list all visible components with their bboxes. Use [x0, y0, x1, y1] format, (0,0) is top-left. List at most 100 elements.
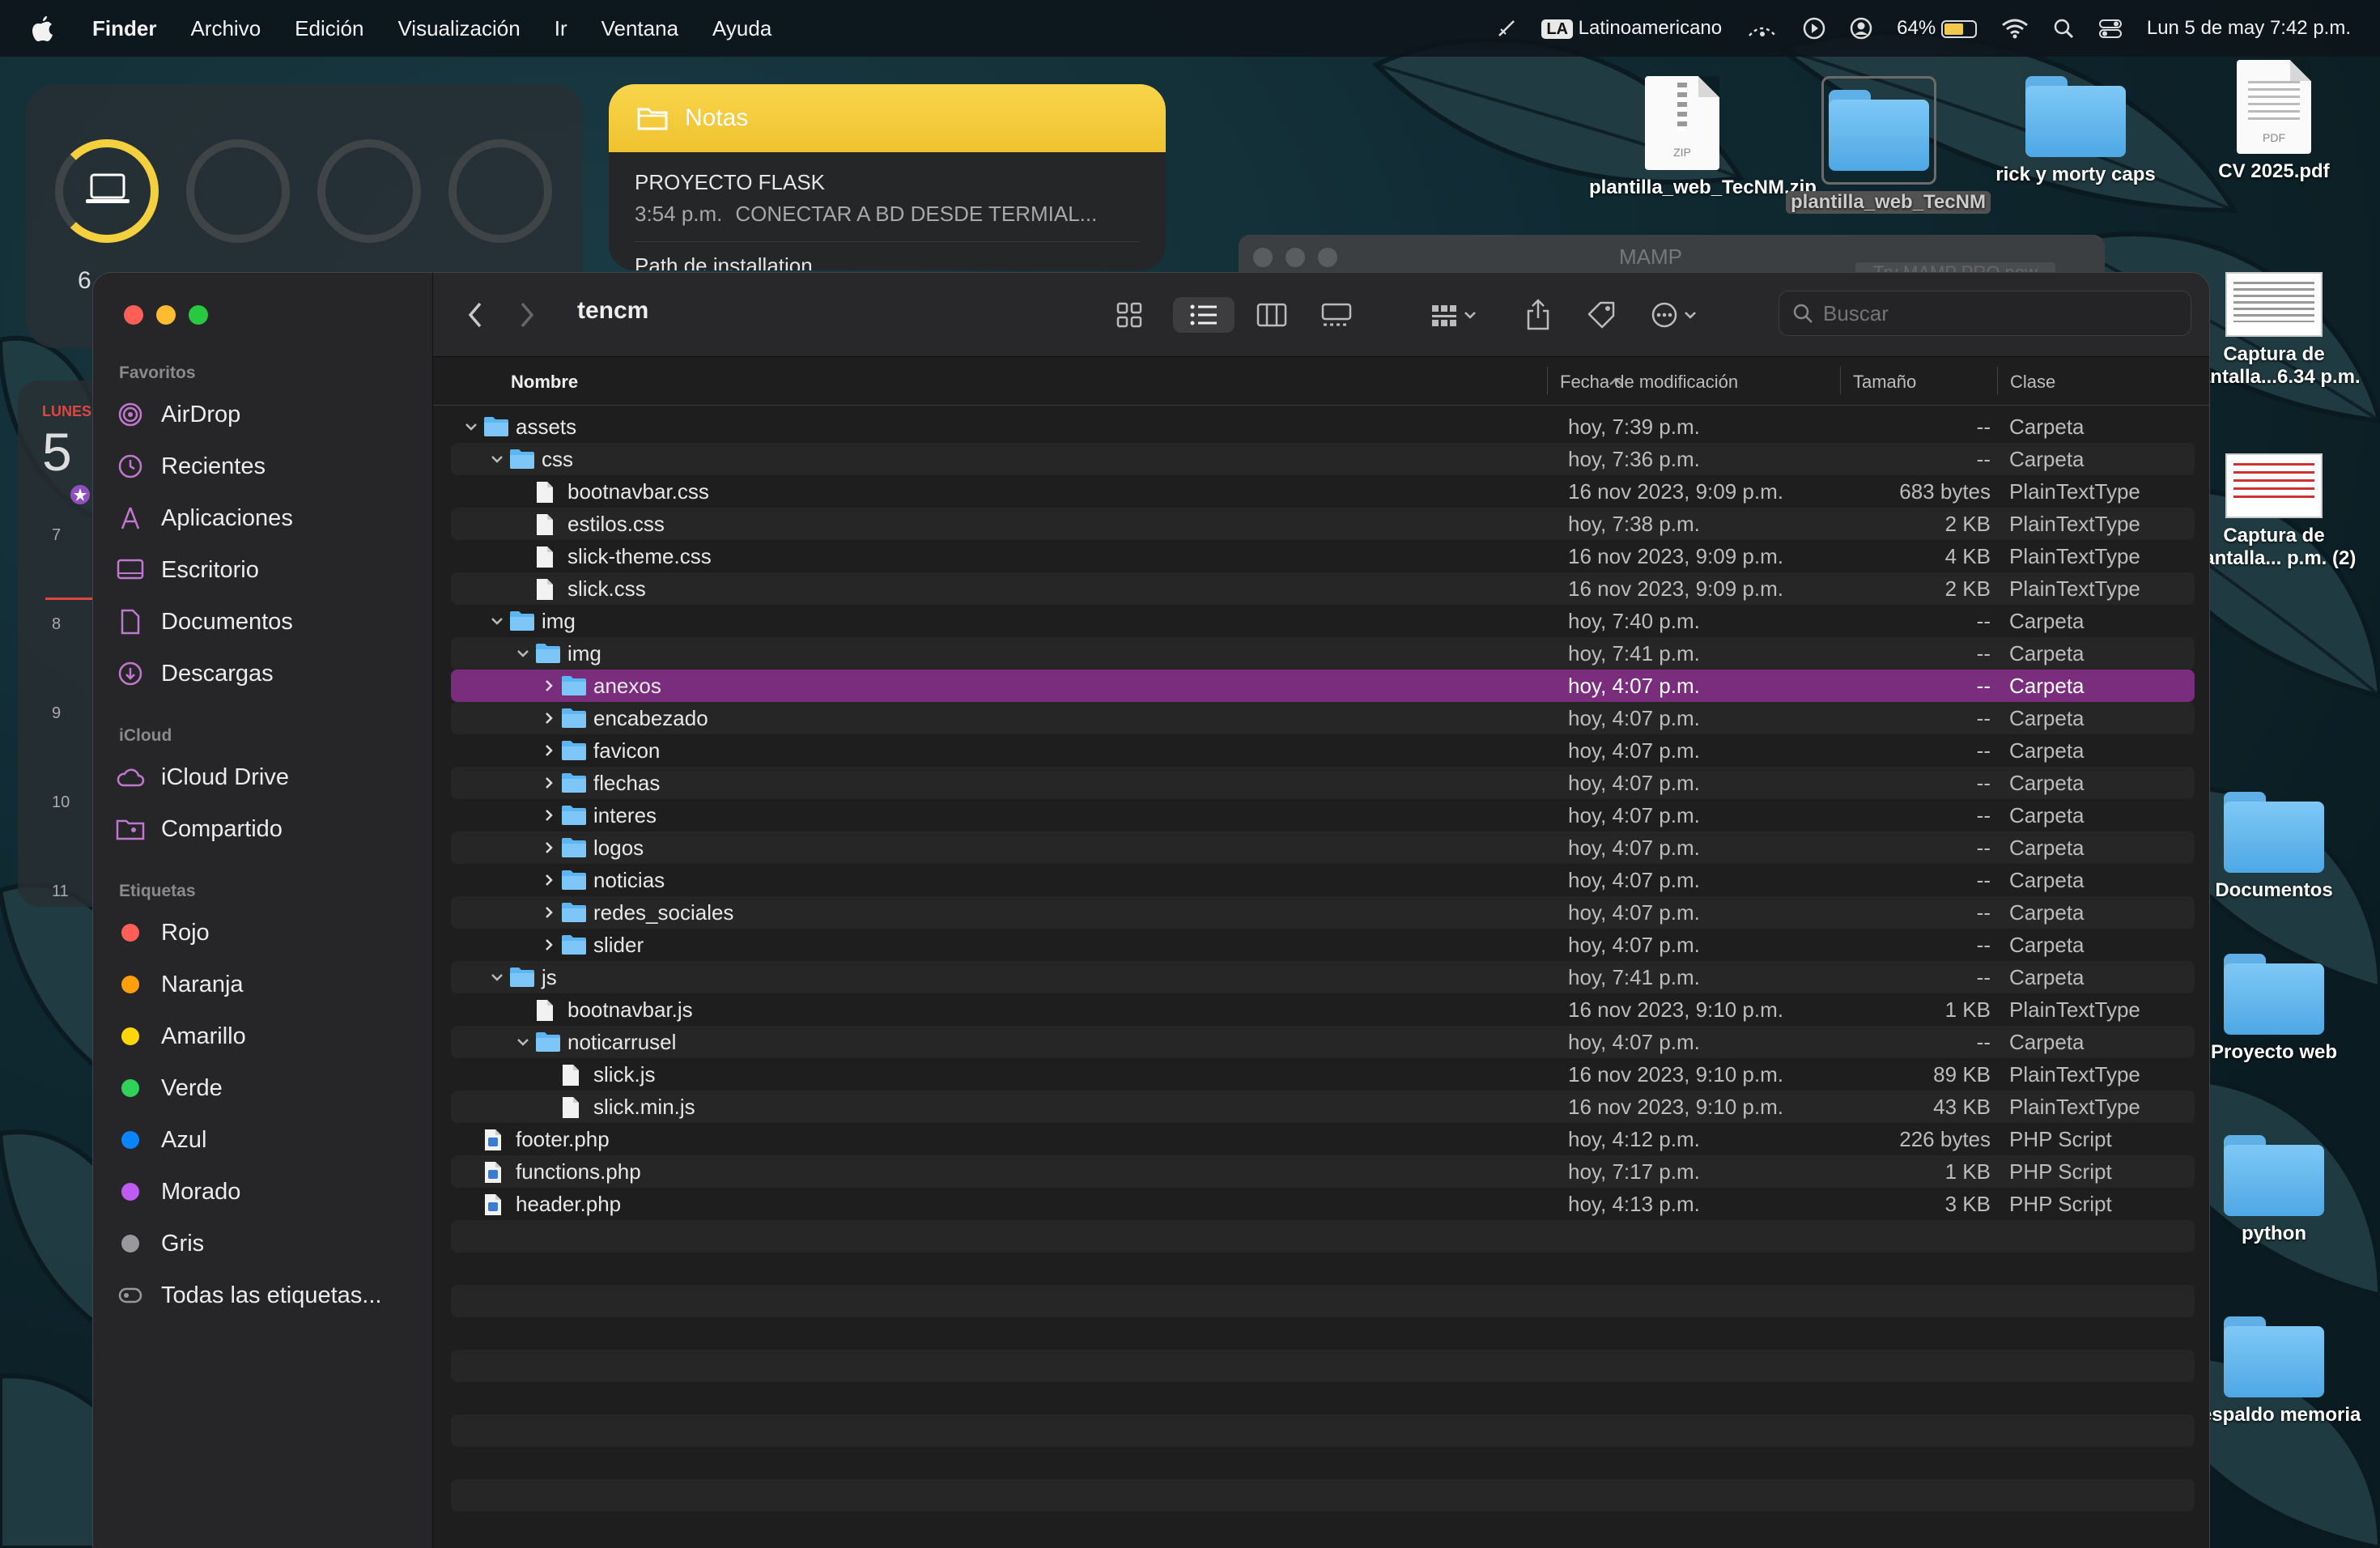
file-row[interactable]: img hoy, 7:40 p.m. -- Carpeta	[451, 605, 2195, 637]
column-clase[interactable]: Clase	[2010, 372, 2055, 393]
file-row[interactable]: functions.php hoy, 7:17 p.m. 1 KB PHP Scrip…	[451, 1155, 2195, 1188]
disclosure-closed-chevron-icon[interactable]	[542, 873, 556, 887]
sidebar-item-compartido[interactable]: Compartido	[116, 809, 423, 849]
user-circle-icon[interactable]	[1850, 17, 1872, 40]
search-input[interactable]	[1823, 300, 2163, 326]
group-button[interactable]	[1422, 297, 1489, 333]
disclosure-closed-chevron-icon[interactable]	[542, 743, 556, 758]
mamp-zoom-button[interactable]	[1318, 248, 1337, 267]
file-row[interactable]: noticarrusel hoy, 4:07 p.m. -- Carpeta	[451, 1026, 2195, 1058]
sidebar-item-escritorio[interactable]: Escritorio	[116, 550, 423, 590]
disclosure-closed-chevron-icon[interactable]	[542, 840, 556, 855]
sidebar-tag-gris[interactable]: Gris	[116, 1223, 423, 1264]
sidebar-item-icloud-drive[interactable]: iCloud Drive	[116, 757, 423, 797]
sidebar-tag-verde[interactable]: Verde	[116, 1068, 423, 1108]
sidebar-tag-rojo[interactable]: Rojo	[116, 912, 423, 953]
menubar-clock[interactable]: Lun 5 de may 7:42 p.m.	[2147, 17, 2351, 40]
close-button[interactable]	[124, 305, 143, 325]
menu-ventana[interactable]: Ventana	[601, 16, 678, 41]
back-button[interactable]	[457, 297, 493, 333]
wifi-icon[interactable]	[2001, 18, 2029, 39]
file-row[interactable]: slider hoy, 4:07 p.m. -- Carpeta	[451, 929, 2195, 961]
file-row[interactable]: assets hoy, 7:39 p.m. -- Carpeta	[451, 410, 2195, 443]
desktop-icon-zip[interactable]: ZIP plantilla_web_TecNM.zip	[1589, 76, 1817, 199]
file-row[interactable]: noticias hoy, 4:07 p.m. -- Carpeta	[451, 864, 2195, 896]
search-field[interactable]	[1779, 291, 2191, 336]
bluetooth-dots-icon[interactable]	[1746, 18, 1779, 39]
apple-menu-icon[interactable]	[31, 15, 55, 42]
file-row[interactable]: bootnavbar.css 16 nov 2023, 9:09 p.m. 683 …	[451, 475, 2195, 508]
sidebar-item-airdrop[interactable]: AirDrop	[116, 394, 423, 435]
pen-slash-icon[interactable]	[1496, 18, 1517, 39]
file-row[interactable]: img hoy, 7:41 p.m. -- Carpeta	[451, 637, 2195, 670]
disclosure-open-chevron-icon[interactable]	[464, 419, 478, 434]
spotlight-search-icon[interactable]	[2053, 18, 2074, 39]
share-button[interactable]	[1518, 297, 1558, 333]
file-row[interactable]: favicon hoy, 4:07 p.m. -- Carpeta	[451, 734, 2195, 767]
sidebar-item-documentos[interactable]: Documentos	[116, 602, 423, 642]
gallery-view-button[interactable]	[1312, 297, 1361, 333]
notes-widget[interactable]: Notas PROYECTO FLASK 3:54 p.m. CONECTAR A…	[609, 84, 1166, 270]
disclosure-open-chevron-icon[interactable]	[516, 646, 530, 661]
file-row[interactable]: slick.min.js 16 nov 2023, 9:10 p.m. 43 KB P…	[451, 1091, 2195, 1123]
file-row[interactable]: flechas hoy, 4:07 p.m. -- Carpeta	[451, 767, 2195, 799]
sidebar-item-all-tags[interactable]: Todas las etiquetas...	[116, 1275, 423, 1316]
disclosure-closed-chevron-icon[interactable]	[542, 776, 556, 790]
control-center-icon[interactable]	[2098, 18, 2123, 39]
disclosure-closed-chevron-icon[interactable]	[542, 905, 556, 920]
column-fecha[interactable]: Fecha de modificación	[1560, 372, 1738, 393]
menu-finder[interactable]: Finder	[92, 16, 156, 41]
sidebar-item-descargas[interactable]: Descargas	[116, 653, 423, 694]
input-source[interactable]: LA Latinoamericano	[1541, 17, 1722, 40]
menu-ir[interactable]: Ir	[555, 16, 567, 41]
file-row[interactable]: estilos.css hoy, 7:38 p.m. 2 KB PlainTextTy…	[451, 508, 2195, 540]
sidebar-tag-amarillo[interactable]: Amarillo	[116, 1016, 423, 1057]
note-item[interactable]: PROYECTO FLASK 3:54 p.m. CONECTAR A BD DE…	[609, 152, 1166, 227]
mamp-minimize-button[interactable]	[1286, 248, 1305, 267]
file-row[interactable]: redes_sociales hoy, 4:07 p.m. -- Carpeta	[451, 896, 2195, 929]
disclosure-open-chevron-icon[interactable]	[490, 614, 504, 628]
desktop-icon-cv-pdf[interactable]: PDF CV 2025.pdf	[2181, 60, 2367, 183]
mamp-close-button[interactable]	[1253, 248, 1273, 267]
disclosure-closed-chevron-icon[interactable]	[542, 711, 556, 725]
menu-archivo[interactable]: Archivo	[190, 16, 261, 41]
file-row[interactable]: footer.php hoy, 4:12 p.m. 226 bytes PHP Scr…	[451, 1123, 2195, 1155]
icon-view-button[interactable]	[1105, 297, 1154, 333]
menu-edicion[interactable]: Edición	[295, 16, 363, 41]
file-row[interactable]: slick-theme.css 16 nov 2023, 9:09 p.m. 4 K…	[451, 540, 2195, 572]
file-row[interactable]: interes hoy, 4:07 p.m. -- Carpeta	[451, 799, 2195, 831]
file-row[interactable]: js hoy, 7:41 p.m. -- Carpeta	[451, 961, 2195, 993]
finder-window[interactable]: Favoritos AirDrop Recientes Aplicaciones…	[92, 272, 2210, 1548]
file-row[interactable]: encabezado hoy, 4:07 p.m. -- Carpeta	[451, 702, 2195, 734]
desktop-icon-rick-y-morty[interactable]: rick y morty caps	[1983, 76, 2169, 186]
list-view-button[interactable]	[1173, 297, 1235, 333]
file-row[interactable]: bootnavbar.js 16 nov 2023, 9:10 p.m. 1 KB P…	[451, 993, 2195, 1026]
sidebar-tag-morado[interactable]: Morado	[116, 1172, 423, 1212]
file-row[interactable]: anexos hoy, 4:07 p.m. -- Carpeta	[451, 670, 2195, 702]
sidebar-tag-naranja[interactable]: Naranja	[116, 964, 423, 1005]
sidebar-tag-azul[interactable]: Azul	[116, 1120, 423, 1160]
disclosure-closed-chevron-icon[interactable]	[542, 938, 556, 952]
file-row[interactable]: css hoy, 7:36 p.m. -- Carpeta	[451, 443, 2195, 475]
menu-ayuda[interactable]: Ayuda	[712, 16, 771, 41]
disclosure-closed-chevron-icon[interactable]	[542, 808, 556, 823]
play-circle-icon[interactable]	[1803, 17, 1825, 40]
disclosure-open-chevron-icon[interactable]	[516, 1035, 530, 1049]
file-row[interactable]: logos hoy, 4:07 p.m. -- Carpeta	[451, 831, 2195, 864]
file-row[interactable]: slick.css 16 nov 2023, 9:09 p.m. 2 KB Plain…	[451, 572, 2195, 605]
desktop-icon-plantilla-folder[interactable]: plantilla_web_TecNM	[1786, 76, 1991, 214]
note-item[interactable]: Path de installation	[635, 241, 1140, 270]
zoom-button[interactable]	[189, 305, 208, 325]
menu-visualizacion[interactable]: Visualización	[397, 16, 520, 41]
disclosure-open-chevron-icon[interactable]	[490, 452, 504, 466]
column-nombre[interactable]: Nombre	[511, 372, 578, 393]
battery-status[interactable]: 64%	[1897, 17, 1977, 40]
column-view-button[interactable]	[1247, 297, 1296, 333]
disclosure-open-chevron-icon[interactable]	[490, 970, 504, 985]
file-row[interactable]: slick.js 16 nov 2023, 9:10 p.m. 89 KB Plain…	[451, 1058, 2195, 1091]
more-actions-button[interactable]	[1647, 297, 1709, 333]
tags-button[interactable]	[1581, 297, 1621, 333]
file-row[interactable]: header.php hoy, 4:13 p.m. 3 KB PHP Script	[451, 1188, 2195, 1220]
disclosure-closed-chevron-icon[interactable]	[542, 678, 556, 693]
minimize-button[interactable]	[156, 305, 176, 325]
